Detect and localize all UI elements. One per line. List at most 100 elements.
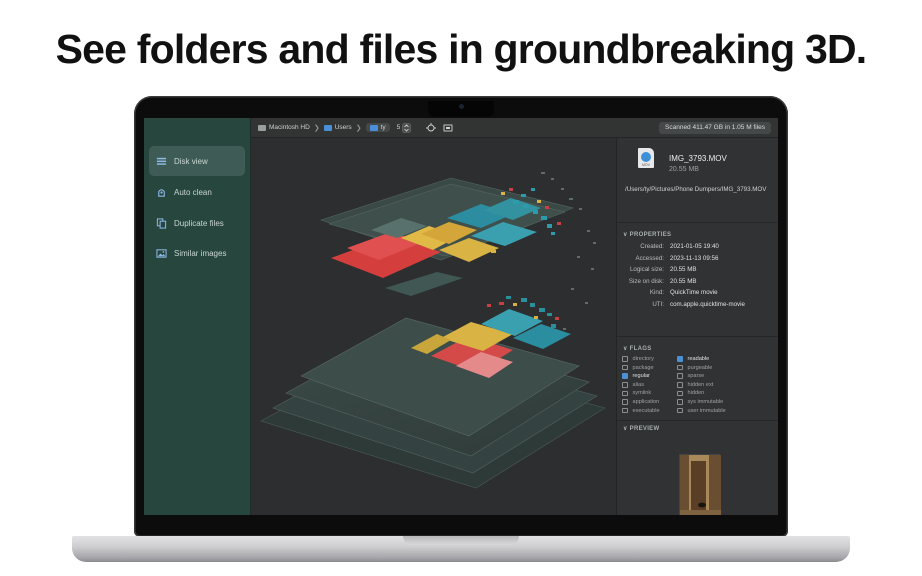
flag-checkbox[interactable]: application: [622, 398, 659, 406]
flag-checkbox[interactable]: package: [622, 364, 654, 372]
depth-stepper[interactable]: 5: [396, 122, 412, 133]
flag-checkbox[interactable]: readable: [677, 355, 709, 363]
property-key: UTI:: [652, 300, 664, 308]
flag-label: symlink: [632, 390, 652, 397]
chevron-down-icon: ∨: [623, 346, 630, 352]
preview-section-header[interactable]: ∨ PREVIEW: [623, 425, 659, 432]
flag-checkbox[interactable]: symlink: [622, 389, 651, 397]
file-icon-label: MOV: [642, 163, 650, 167]
sidebar-item-label: Disk view: [174, 156, 208, 166]
flag-checkbox[interactable]: hidden: [677, 389, 704, 397]
flag-label: application: [632, 399, 660, 405]
laptop-opening-notch: [403, 536, 519, 545]
properties-section-header[interactable]: ∨ PROPERTIES: [623, 231, 671, 238]
property-value: 20.55 MB: [670, 277, 697, 285]
page-headline: See folders and files in groundbreaking …: [55, 26, 868, 72]
flag-label: hidden: [687, 390, 705, 397]
breadcrumb-macintosh-hd[interactable]: Macintosh HD: [269, 124, 310, 131]
breadcrumb-ty: ty: [380, 124, 386, 131]
flag-label: executable: [632, 407, 660, 414]
property-row: Kind: QuickTime movie: [617, 289, 778, 299]
flag-label: sys immutable: [687, 399, 724, 405]
flags-title: FLAGS: [629, 346, 652, 352]
chevron-right-icon: ❯: [355, 124, 362, 132]
sidebar-item-similar-images[interactable]: Similar images: [149, 238, 245, 268]
flag-checkbox[interactable]: executable: [622, 407, 660, 415]
flag-checkbox[interactable]: hidden ext: [677, 381, 713, 389]
sidebar: Disk view Auto clean Duplicate files Sim…: [144, 118, 251, 515]
disk-visualization[interactable]: [251, 138, 616, 515]
property-value: QuickTime movie: [670, 289, 718, 296]
preview-image: [680, 455, 721, 515]
property-key: Kind:: [649, 289, 664, 296]
chevron-down-icon: ∨: [623, 232, 630, 238]
depth-value: 5: [396, 124, 401, 131]
divider: [617, 420, 778, 421]
property-value: com.apple.quicktime-movie: [670, 300, 745, 308]
property-row: Created: 2021-01-05 19:40: [617, 243, 778, 253]
flag-checkbox[interactable]: alias: [622, 381, 644, 389]
orbit-view-icon[interactable]: [425, 122, 437, 134]
hard-drive-icon: [258, 124, 266, 131]
stepper-icon: [402, 122, 412, 133]
disk-view-icon: [156, 157, 167, 165]
preview-title: PREVIEW: [629, 426, 660, 432]
flag-checkbox[interactable]: sys immutable: [677, 398, 723, 406]
breadcrumb-users[interactable]: Users: [335, 124, 352, 131]
sidebar-item-label: Auto clean: [174, 187, 212, 197]
file-preview-thumbnail[interactable]: [679, 454, 721, 515]
property-row: UTI: com.apple.quicktime-movie: [617, 301, 778, 311]
toolbar: Macintosh HD ❯ Users ❯ ty 5 Scanned 411.…: [251, 118, 778, 138]
flag-checkbox[interactable]: sparse: [677, 372, 704, 380]
flag-checkbox[interactable]: user immutable: [677, 407, 726, 415]
flag-checkbox[interactable]: regular: [622, 372, 650, 380]
folder-icon: [369, 124, 378, 131]
sidebar-item-auto-clean[interactable]: Auto clean: [149, 177, 245, 207]
fullscreen-view-icon[interactable]: [443, 123, 453, 133]
chevron-down-icon: ∨: [623, 426, 630, 432]
flag-label: directory: [632, 356, 654, 362]
breadcrumb: Macintosh HD ❯ Users ❯ ty: [258, 123, 390, 132]
quicktime-file-icon: MOV: [638, 148, 654, 168]
scan-status: Scanned 411.47 GB in 1.05 M files: [659, 122, 771, 134]
flag-label: sparse: [687, 373, 705, 380]
property-key: Size on disk:: [628, 277, 664, 285]
sidebar-item-disk-view[interactable]: Disk view: [149, 146, 245, 176]
flag-label: readable: [687, 356, 710, 362]
property-value: 2021-01-05 19:40: [670, 243, 719, 250]
file-path[interactable]: /Users/ty/Pictures/Phone Dumpers/IMG_379…: [625, 186, 766, 193]
flag-label: user immutable: [687, 407, 726, 414]
divider: [617, 336, 778, 337]
similar-images-icon: [156, 248, 167, 258]
property-row: Size on disk: 20.55 MB: [617, 278, 778, 288]
sidebar-item-label: Similar images: [174, 248, 227, 258]
breadcrumb-current[interactable]: ty: [365, 123, 390, 132]
property-value: 2023-11-13 09:56: [670, 254, 719, 262]
sidebar-item-duplicate-files[interactable]: Duplicate files: [149, 208, 245, 238]
flag-label: alias: [632, 381, 645, 388]
scattered-tiles: [541, 172, 596, 330]
chevron-right-icon: ❯: [313, 124, 320, 132]
property-key: Accessed:: [635, 254, 664, 262]
app-window: Disk view Auto clean Duplicate files Sim…: [144, 118, 778, 515]
property-row: Accessed: 2023-11-13 09:56: [617, 255, 778, 265]
folder-icon: [323, 124, 332, 131]
flag-label: regular: [632, 373, 650, 380]
flag-checkbox[interactable]: purgeable: [677, 364, 712, 372]
inspector-panel: MOV IMG_3793.MOV 20.55 MB /Users/ty/Pict…: [616, 138, 778, 515]
divider: [617, 222, 778, 223]
camera-icon: [459, 104, 464, 109]
treemap-3d-render[interactable]: [251, 138, 616, 515]
flag-checkbox[interactable]: directory: [622, 355, 654, 363]
property-key: Created:: [640, 243, 664, 250]
duplicate-files-icon: [156, 217, 167, 229]
flag-label: hidden ext: [687, 381, 714, 388]
sidebar-item-label: Duplicate files: [174, 218, 224, 228]
flag-label: purgeable: [687, 364, 713, 371]
property-row: Logical size: 20.55 MB: [617, 266, 778, 276]
file-size: 20.55 MB: [669, 166, 699, 173]
flags-section-header[interactable]: ∨ FLAGS: [623, 345, 652, 352]
file-name: IMG_3793.MOV: [669, 154, 727, 163]
flag-label: package: [632, 364, 654, 371]
property-value: 20.55 MB: [670, 266, 697, 273]
